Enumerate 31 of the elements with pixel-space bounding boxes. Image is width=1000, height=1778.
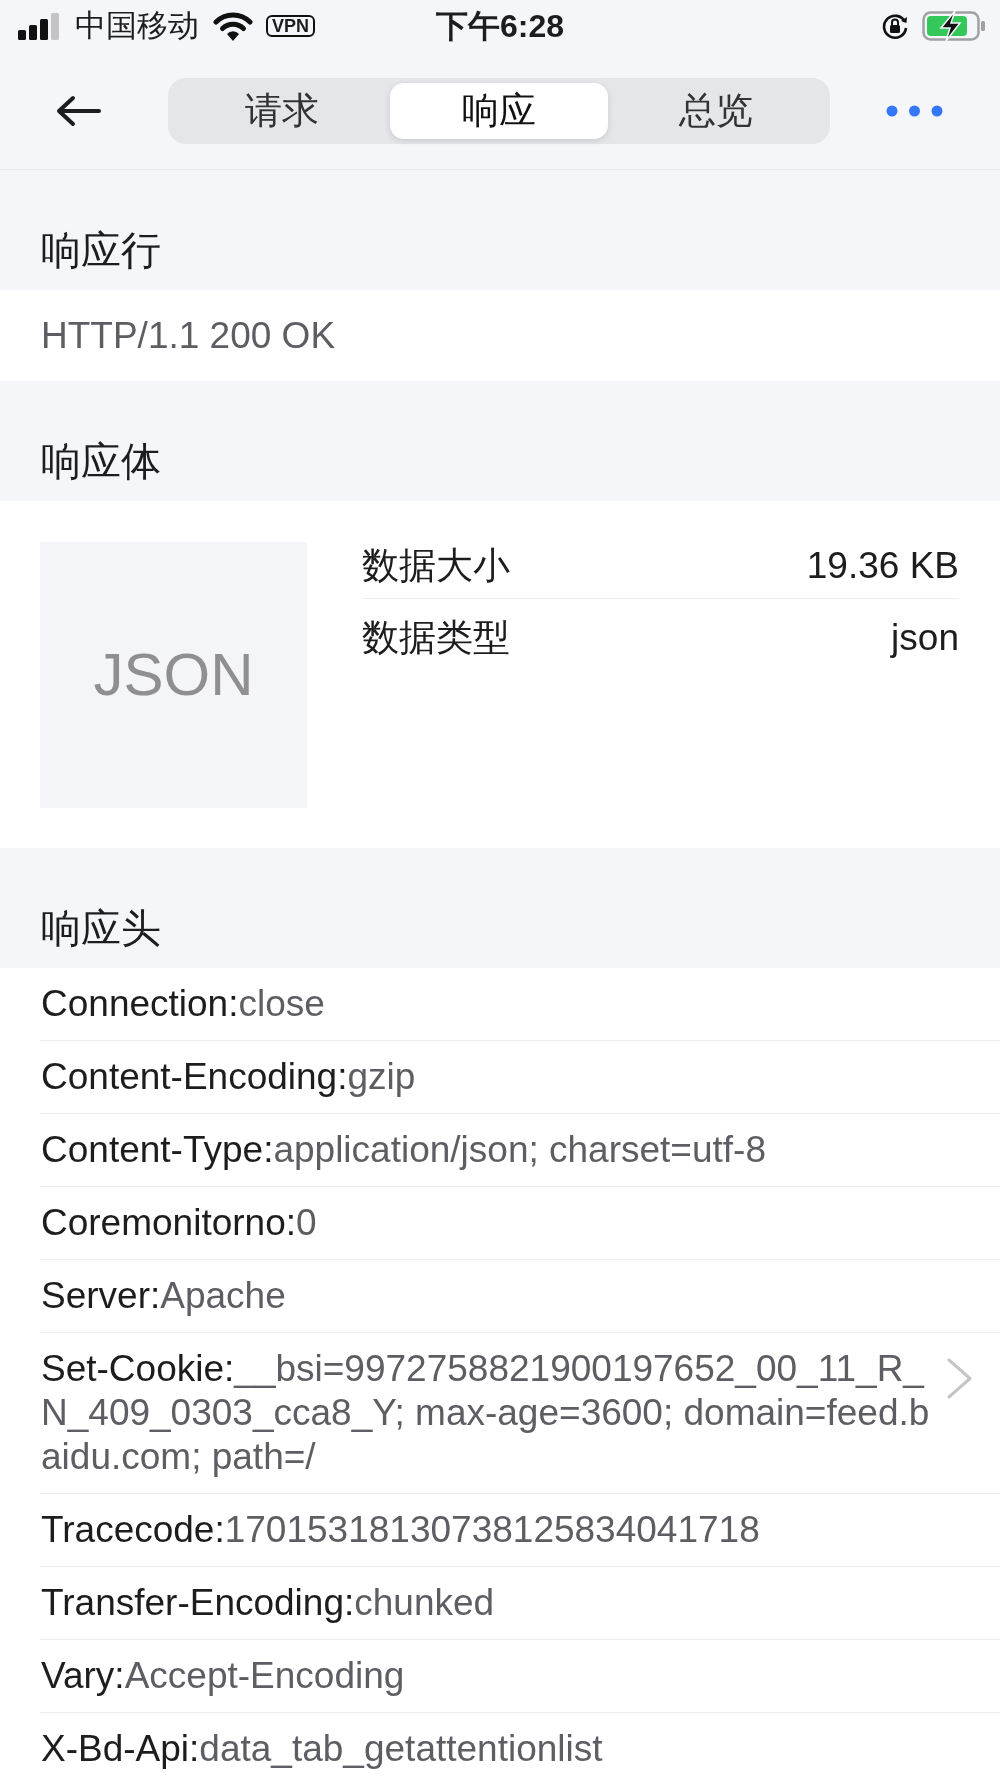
clock-time: 下午6:28 [435,7,564,45]
header-entry: Content-Type:application/json; charset=utf-8 [40,1128,767,1172]
preview-label: JSON [93,640,254,710]
tab[interactable]: 总览 [607,82,825,139]
section-title: 响应行 [41,227,161,274]
header-entry: Server:Apache [40,1274,287,1318]
more-icon[interactable] [886,104,943,117]
header-entry: Transfer-Encoding:chunked [40,1581,496,1625]
tab[interactable]: 请求 [173,82,391,139]
status-line-text: HTTP/1.1 200 OK [41,313,336,358]
header-entry: Content-Encoding:gzip [40,1055,417,1099]
header-entry: X-Bd-Api:data_tab_getattentionlist [40,1727,604,1771]
wifi-icon [213,11,253,41]
section-title: 响应头 [41,905,161,952]
battery-icon [922,11,986,41]
section-title: 响应体 [41,438,161,485]
rotation-lock-icon [881,12,909,40]
info-label: 数据大小 [362,544,510,588]
carrier-name: 中国移动 [75,8,199,44]
vpn-indicator: VPN [266,15,315,37]
header-entry: Vary:Accept-Encoding [40,1654,406,1698]
signal-icon [18,12,61,40]
info-value: 19.36 KB [806,544,959,588]
header-entry: Connection:close [40,982,326,1026]
header-entry: Coremonitorno:0 [40,1201,318,1245]
info-value: json [891,616,959,660]
back-arrow-icon[interactable] [56,94,101,127]
header-entry: Set-Cookie:__bsi=9972758821900197652_00_11_R_N_409_0303_cca8_Y; max-age=3600; domain=feed.baidu.com; path=/ [40,1347,931,1479]
info-label: 数据类型 [362,616,510,660]
tab[interactable]: 响应 [390,82,608,139]
header-entry: Tracecode:17015318130738125834041718 [40,1508,761,1552]
